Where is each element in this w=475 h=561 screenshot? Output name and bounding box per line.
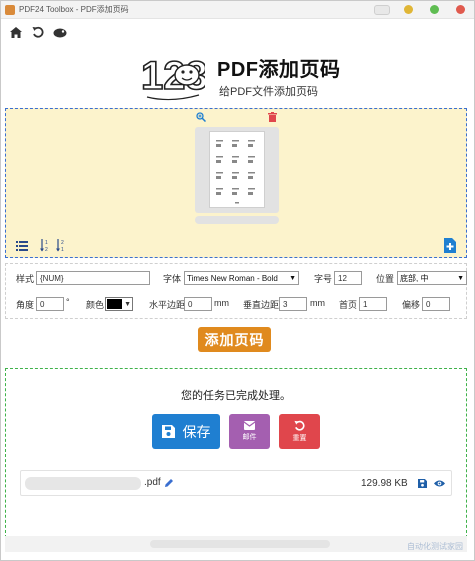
sort-ascending-icon[interactable]: 12 bbox=[40, 239, 52, 252]
bottom-strip bbox=[5, 536, 467, 552]
eye-icon[interactable] bbox=[434, 479, 445, 488]
font-select-value: Times New Roman - Bold bbox=[187, 273, 278, 283]
bottom-text-blurred bbox=[150, 540, 330, 548]
file-preview-area[interactable]: 12 21 bbox=[5, 108, 467, 258]
add-page-numbers-button[interactable]: 添加页码 bbox=[198, 327, 271, 352]
minimize-icon bbox=[403, 5, 413, 14]
home-icon bbox=[10, 26, 22, 38]
svg-text:1: 1 bbox=[61, 247, 64, 252]
floppy-disk-icon[interactable] bbox=[418, 479, 427, 488]
page-number-logo: 123 bbox=[141, 53, 205, 101]
list-view-icon[interactable] bbox=[16, 241, 28, 251]
add-file-icon[interactable] bbox=[443, 238, 457, 253]
svg-text:2: 2 bbox=[45, 247, 48, 252]
maximize-icon bbox=[429, 5, 439, 14]
reset-button-label: 重置 bbox=[292, 435, 307, 442]
mascot-icon bbox=[53, 28, 67, 37]
close-button[interactable] bbox=[452, 2, 468, 18]
undo-icon bbox=[294, 420, 305, 431]
page-header: 123 PDF添加页码 给PDF文件添加页码 bbox=[1, 45, 474, 105]
size-input[interactable]: 12 bbox=[334, 271, 362, 285]
style-input[interactable]: {NUM} bbox=[36, 271, 150, 285]
output-file-row: .pdf 129.98 KB bbox=[20, 470, 452, 496]
app-icon bbox=[5, 4, 15, 15]
page-content-graphic bbox=[216, 140, 255, 204]
hmargin-input[interactable]: 0 bbox=[184, 297, 212, 311]
page-thumbnail[interactable] bbox=[195, 127, 279, 213]
color-swatch bbox=[107, 299, 123, 309]
firstpage-input[interactable]: 1 bbox=[359, 297, 387, 311]
offset-label: 偏移 bbox=[402, 300, 421, 310]
angle-input[interactable]: 0 bbox=[36, 297, 64, 311]
position-label: 位置 bbox=[376, 274, 395, 284]
color-label: 颜色 bbox=[86, 300, 105, 310]
undo-icon bbox=[32, 26, 44, 38]
pencil-icon[interactable] bbox=[164, 478, 174, 488]
task-complete-message: 您的任务已完成处理。 bbox=[181, 390, 291, 402]
angle-label: 角度 bbox=[16, 300, 35, 310]
hmargin-label: 水平边距 bbox=[149, 300, 186, 310]
maximize-button[interactable] bbox=[426, 2, 442, 18]
page-preview bbox=[209, 131, 265, 208]
close-icon bbox=[455, 5, 465, 14]
undo-button[interactable] bbox=[31, 25, 45, 39]
firstpage-label: 首页 bbox=[339, 300, 358, 310]
thumbnail-filename-blurred bbox=[195, 216, 279, 224]
file-extension: .pdf bbox=[144, 477, 161, 488]
sort-descending-icon[interactable]: 21 bbox=[56, 239, 68, 252]
trash-icon[interactable] bbox=[268, 112, 277, 122]
font-select[interactable]: Times New Roman - Bold ▼ bbox=[184, 271, 299, 285]
filename-blurred bbox=[25, 477, 141, 490]
mascot-button[interactable] bbox=[53, 25, 67, 39]
svg-text:2: 2 bbox=[61, 240, 64, 246]
font-label: 字体 bbox=[163, 274, 182, 284]
style-label: 样式 bbox=[16, 274, 35, 284]
floppy-disk-icon bbox=[161, 425, 175, 438]
reset-button[interactable]: 重置 bbox=[279, 414, 320, 449]
zoom-icon[interactable] bbox=[196, 112, 206, 122]
home-button[interactable] bbox=[9, 25, 23, 39]
page-number-settings: 样式 {NUM} 字体 Times New Roman - Bold ▼ 字号 1… bbox=[5, 263, 467, 319]
window-controls bbox=[366, 1, 474, 18]
file-size: 129.98 KB bbox=[361, 478, 408, 489]
email-button-label: 邮件 bbox=[242, 434, 257, 441]
hmargin-unit: mm bbox=[214, 298, 229, 308]
size-label: 字号 bbox=[314, 274, 333, 284]
vmargin-label: 垂直边距 bbox=[243, 300, 280, 310]
color-picker[interactable]: ▼ bbox=[105, 297, 133, 311]
toolbar bbox=[1, 19, 474, 45]
vmargin-unit: mm bbox=[310, 298, 325, 308]
title-bar: PDF24 Toolbox - PDF添加页码 bbox=[1, 1, 474, 19]
angle-unit: ° bbox=[66, 297, 70, 307]
position-select-value: 底部, 中 bbox=[400, 273, 429, 283]
save-button[interactable]: 保存 bbox=[152, 414, 220, 449]
watermark-text: 自动化测试家园 bbox=[407, 542, 463, 551]
app-window: PDF24 Toolbox - PDF添加页码 123 PDF添加页码 给PDF… bbox=[0, 0, 475, 561]
window-menu-button[interactable] bbox=[374, 4, 390, 15]
email-button[interactable]: 邮件 bbox=[229, 414, 270, 449]
offset-input[interactable]: 0 bbox=[422, 297, 450, 311]
svg-text:1: 1 bbox=[45, 240, 48, 246]
chevron-down-icon: ▼ bbox=[124, 300, 131, 308]
save-button-label: 保存 bbox=[182, 423, 211, 440]
window-title: PDF24 Toolbox - PDF添加页码 bbox=[19, 5, 129, 14]
page-title: PDF添加页码 bbox=[217, 59, 341, 81]
envelope-icon bbox=[244, 421, 255, 430]
chevron-down-icon: ▼ bbox=[457, 274, 464, 282]
chevron-down-icon: ▼ bbox=[289, 274, 296, 282]
page-subtitle: 给PDF文件添加页码 bbox=[219, 86, 318, 98]
minimize-button[interactable] bbox=[400, 2, 416, 18]
vmargin-input[interactable]: 3 bbox=[279, 297, 307, 311]
position-select[interactable]: 底部, 中 ▼ bbox=[397, 271, 467, 285]
result-area: 您的任务已完成处理。 保存 邮件 重置 .pdf 129.98 KB bbox=[5, 368, 467, 538]
